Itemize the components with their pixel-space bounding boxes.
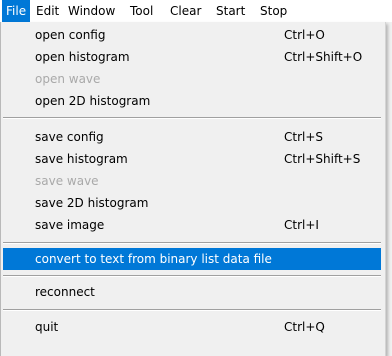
menu-item-label: quit — [35, 320, 59, 334]
menu-item-shortcut: Ctrl+Shift+O — [284, 50, 363, 64]
menu-item-label: convert to text from binary list data fi… — [35, 252, 272, 266]
menu-item-label: open wave — [35, 72, 101, 86]
menu-item-label: save 2D histogram — [35, 196, 149, 210]
menu-item-open-wave: open wave — [3, 68, 381, 90]
menu-item-convert-to-text[interactable]: convert to text from binary list data fi… — [3, 248, 381, 270]
menu-item-open-histogram[interactable]: open histogram Ctrl+Shift+O — [3, 46, 381, 68]
menu-item-label: open 2D histogram — [35, 94, 151, 108]
menu-item-label: save histogram — [35, 152, 128, 166]
menu-separator — [3, 117, 381, 119]
menu-separator — [3, 242, 381, 244]
menu-item-save-image[interactable]: save image Ctrl+I — [3, 214, 381, 236]
menu-item-save-wave: save wave — [3, 170, 381, 192]
file-dropdown-menu: open config Ctrl+O open histogram Ctrl+S… — [0, 22, 386, 356]
menu-stop[interactable]: Stop — [256, 0, 291, 22]
menu-bar: File Edit Window Tool Clear Start Stop — [0, 0, 392, 22]
menu-item-save-2d-histogram[interactable]: save 2D histogram — [3, 192, 381, 214]
menu-tool[interactable]: Tool — [126, 0, 157, 22]
menu-window[interactable]: Window — [64, 0, 119, 22]
menu-item-open-2d-histogram[interactable]: open 2D histogram — [3, 90, 381, 112]
menu-item-shortcut: Ctrl+I — [284, 218, 319, 232]
menu-item-label: save config — [35, 130, 104, 144]
menu-file[interactable]: File — [2, 0, 31, 22]
menu-edit[interactable]: Edit — [32, 0, 63, 22]
menu-item-label: save wave — [35, 174, 99, 188]
menu-item-reconnect[interactable]: reconnect — [3, 281, 381, 303]
menu-item-label: reconnect — [35, 285, 95, 299]
menu-item-label: open histogram — [35, 50, 130, 64]
menu-item-open-config[interactable]: open config Ctrl+O — [3, 24, 381, 46]
menu-item-label: open config — [35, 28, 106, 42]
menu-item-save-config[interactable]: save config Ctrl+S — [3, 126, 381, 148]
menu-clear[interactable]: Clear — [166, 0, 205, 22]
menu-separator — [3, 275, 381, 277]
menu-item-shortcut: Ctrl+S — [284, 130, 324, 144]
menu-item-quit[interactable]: quit Ctrl+Q — [3, 316, 381, 338]
menu-separator — [3, 309, 381, 311]
menu-start[interactable]: Start — [212, 0, 249, 22]
menu-item-shortcut: Ctrl+Q — [284, 320, 325, 334]
menu-item-shortcut: Ctrl+Shift+S — [284, 152, 361, 166]
menu-item-save-histogram[interactable]: save histogram Ctrl+Shift+S — [3, 148, 381, 170]
menu-item-shortcut: Ctrl+O — [284, 28, 325, 42]
menu-item-label: save image — [35, 218, 105, 232]
